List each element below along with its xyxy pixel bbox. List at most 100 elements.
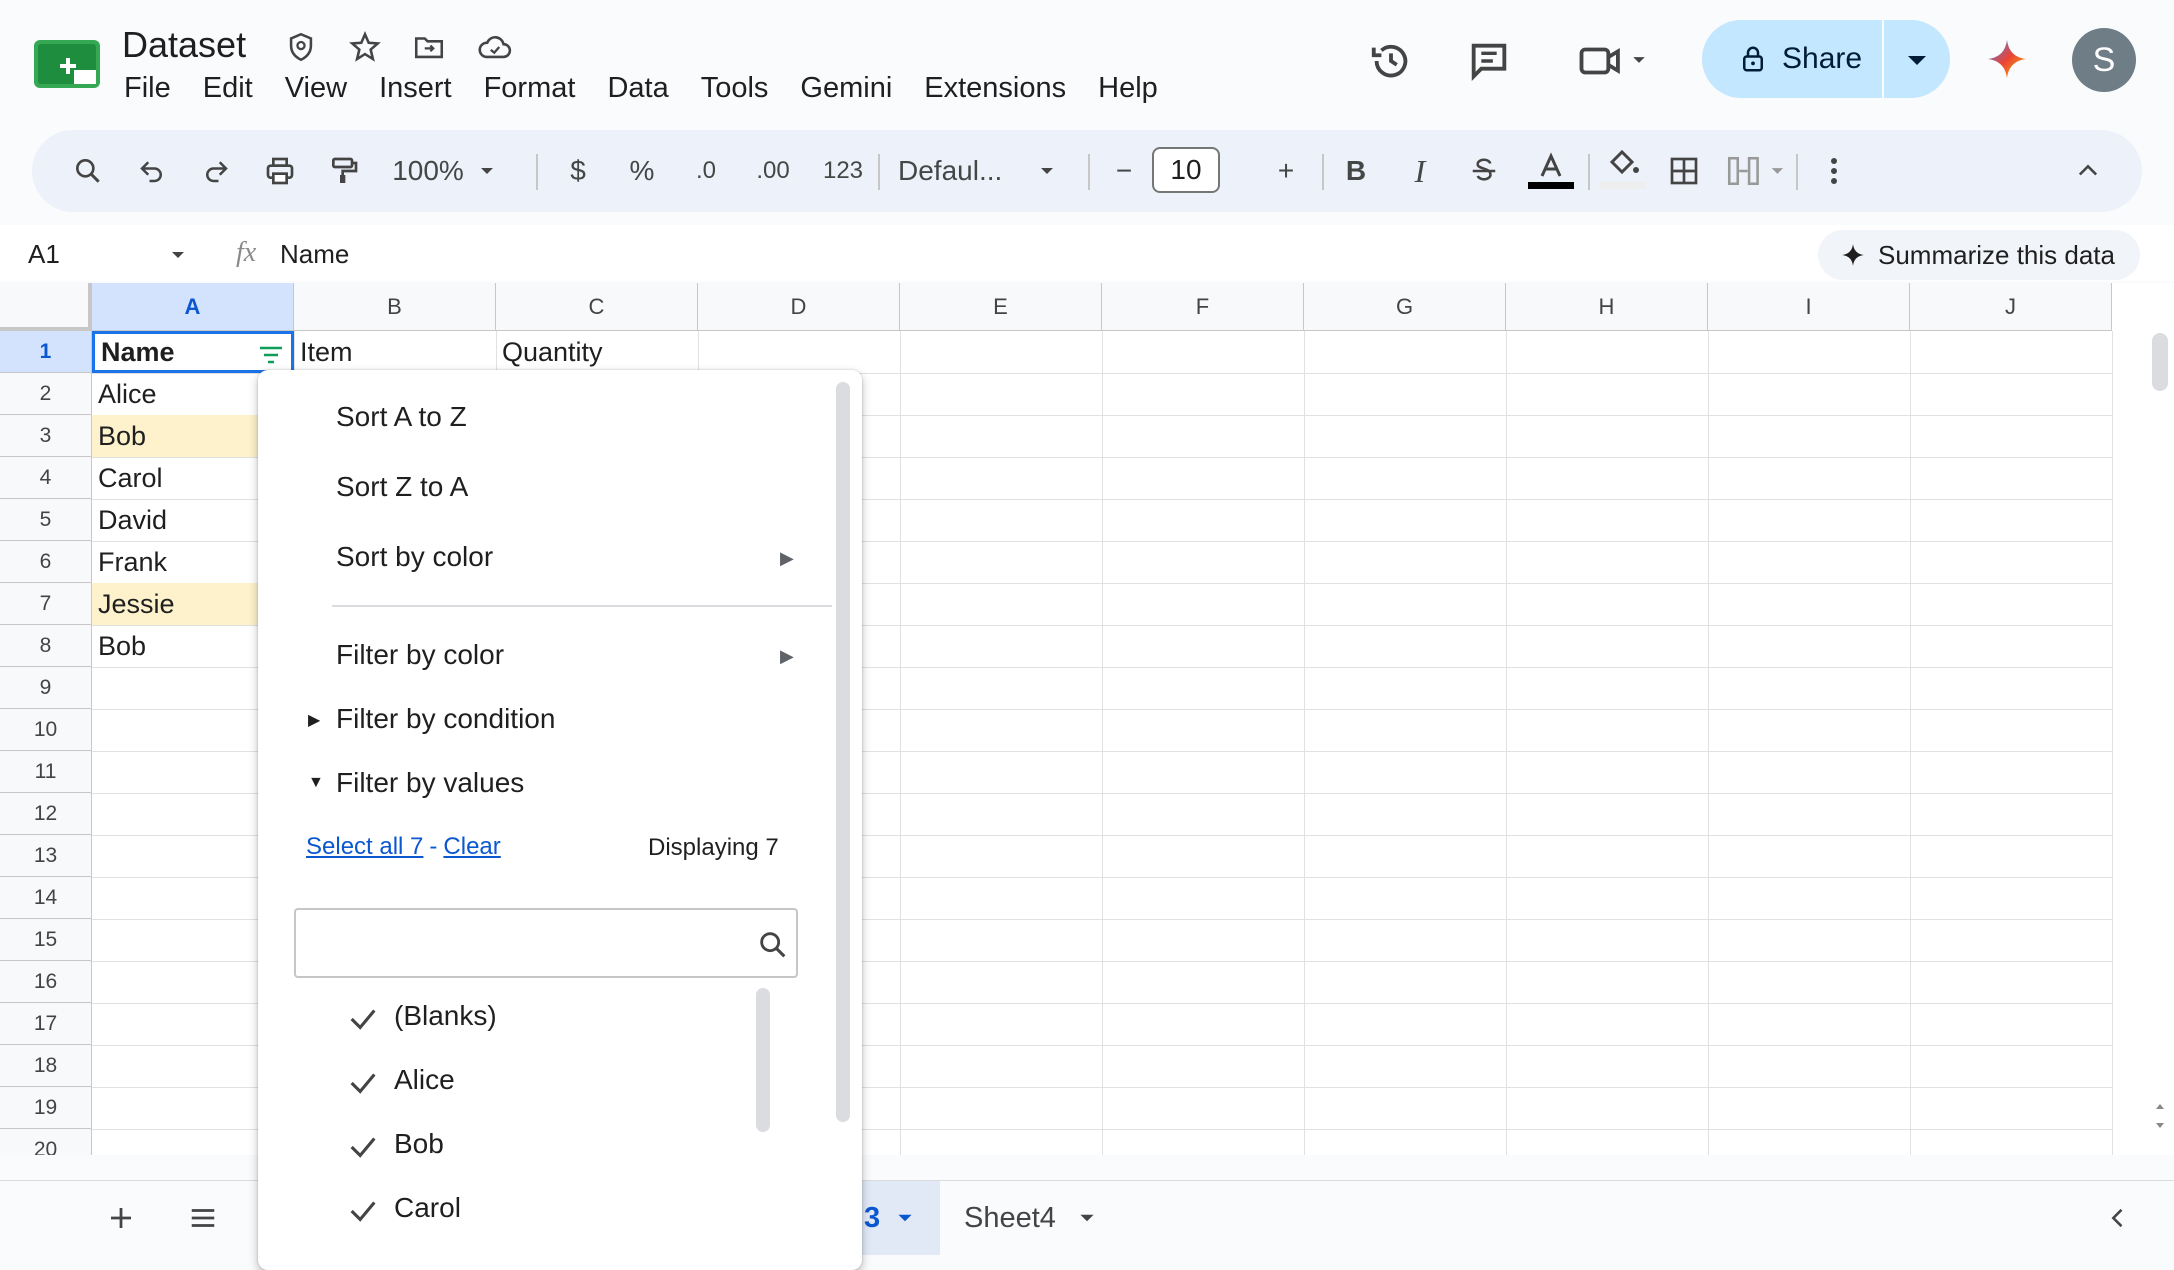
sheet-explore-chevron-icon[interactable] xyxy=(2104,1203,2132,1233)
value-bob[interactable]: Bob xyxy=(394,1128,444,1160)
select-all-corner[interactable] xyxy=(0,283,92,331)
row-header-7[interactable]: 7 xyxy=(0,583,92,625)
menu-gemini[interactable]: Gemini xyxy=(800,72,892,105)
comments-icon[interactable] xyxy=(1466,38,1512,84)
column-header-j[interactable]: J xyxy=(1910,283,2112,331)
summarize-data-button[interactable]: Summarize this data xyxy=(1818,230,2140,280)
sort-by-color-item[interactable]: Sort by color xyxy=(336,541,493,573)
undo-icon[interactable] xyxy=(130,150,174,192)
italic-button[interactable]: I xyxy=(1398,150,1442,192)
menu-format[interactable]: Format xyxy=(484,72,576,105)
column-header-e[interactable]: E xyxy=(900,283,1102,331)
column-header-f[interactable]: F xyxy=(1102,283,1304,331)
row-header-20[interactable]: 20 xyxy=(0,1129,92,1155)
search-menus-icon[interactable] xyxy=(66,150,110,192)
text-color-icon[interactable] xyxy=(1526,150,1576,192)
row-header-4[interactable]: 4 xyxy=(0,457,92,499)
add-sheet-icon[interactable] xyxy=(106,1203,136,1233)
filter-by-condition-item[interactable]: Filter by condition xyxy=(336,703,555,735)
filter-menu-scrollbar[interactable] xyxy=(836,382,850,1122)
more-options-icon[interactable] xyxy=(1812,150,1856,192)
column-header-b[interactable]: B xyxy=(294,283,496,331)
column-header-c[interactable]: C xyxy=(496,283,698,331)
share-dropdown-button[interactable] xyxy=(1884,20,1950,98)
account-avatar[interactable]: S xyxy=(2072,28,2136,92)
cloud-saved-icon[interactable] xyxy=(476,30,512,64)
row-header-14[interactable]: 14 xyxy=(0,877,92,919)
row-header-1[interactable]: 1 xyxy=(0,331,92,373)
zoom-dropdown-icon[interactable] xyxy=(472,150,502,192)
row-header-18[interactable]: 18 xyxy=(0,1045,92,1087)
redo-icon[interactable] xyxy=(194,150,238,192)
column-header-g[interactable]: G xyxy=(1304,283,1506,331)
bold-button[interactable]: B xyxy=(1334,150,1378,192)
filter-applied-icon[interactable] xyxy=(258,345,284,365)
name-box[interactable]: A1 xyxy=(28,239,60,270)
print-icon[interactable] xyxy=(258,150,302,192)
vertical-scrollbar-thumb[interactable] xyxy=(2152,333,2168,391)
menu-help[interactable]: Help xyxy=(1098,72,1158,105)
menu-insert[interactable]: Insert xyxy=(379,72,452,105)
meet-icon[interactable] xyxy=(1574,38,1658,84)
menu-view[interactable]: View xyxy=(285,72,347,105)
font-size-input[interactable]: 10 xyxy=(1152,147,1220,193)
shield-icon[interactable] xyxy=(284,30,318,64)
column-header-a[interactable]: A xyxy=(92,283,294,331)
filter-by-values-item[interactable]: Filter by values xyxy=(336,767,524,799)
select-all-link[interactable]: Select all 7 xyxy=(306,833,423,861)
sheets-logo-icon[interactable] xyxy=(34,40,100,88)
move-folder-icon[interactable] xyxy=(412,30,446,64)
row-header-9[interactable]: 9 xyxy=(0,667,92,709)
document-title[interactable]: Dataset xyxy=(122,24,246,66)
row-header-19[interactable]: 19 xyxy=(0,1087,92,1129)
value-alice[interactable]: Alice xyxy=(394,1064,455,1096)
check-icon[interactable] xyxy=(346,1130,380,1164)
font-dropdown-icon[interactable] xyxy=(1032,150,1062,192)
column-header-h[interactable]: H xyxy=(1506,283,1708,331)
scroll-arrows-icon[interactable] xyxy=(2150,1091,2170,1141)
sort-z-to-a-item[interactable]: Sort Z to A xyxy=(336,471,468,503)
decrease-decimal-button[interactable]: .0 xyxy=(680,150,732,192)
cell-C1[interactable]: Quantity xyxy=(496,331,698,373)
formula-input[interactable]: Name xyxy=(280,239,349,270)
menu-edit[interactable]: Edit xyxy=(203,72,253,105)
tab-sheet4[interactable]: Sheet4 xyxy=(964,1181,1098,1255)
row-header-13[interactable]: 13 xyxy=(0,835,92,877)
sort-a-to-z-item[interactable]: Sort A to Z xyxy=(336,401,467,433)
value-blanks[interactable]: (Blanks) xyxy=(394,1000,497,1032)
row-header-15[interactable]: 15 xyxy=(0,919,92,961)
borders-icon[interactable] xyxy=(1662,150,1706,192)
merge-cells-icon[interactable] xyxy=(1724,150,1794,192)
row-header-17[interactable]: 17 xyxy=(0,1003,92,1045)
values-list-scrollbar[interactable] xyxy=(756,988,770,1132)
column-header-i[interactable]: I xyxy=(1708,283,1910,331)
row-header-11[interactable]: 11 xyxy=(0,751,92,793)
row-header-10[interactable]: 10 xyxy=(0,709,92,751)
increase-decimal-button[interactable]: .00 xyxy=(744,150,802,192)
row-header-5[interactable]: 5 xyxy=(0,499,92,541)
tab-sheet3[interactable]: 3 xyxy=(860,1181,940,1255)
gemini-icon[interactable] xyxy=(1984,36,2030,82)
name-box-dropdown-icon[interactable] xyxy=(168,245,188,265)
currency-format-button[interactable]: $ xyxy=(556,150,600,192)
check-icon[interactable] xyxy=(346,1002,380,1036)
column-header-d[interactable]: D xyxy=(698,283,900,331)
menu-extensions[interactable]: Extensions xyxy=(924,72,1066,105)
fill-color-icon[interactable] xyxy=(1598,150,1648,192)
row-header-2[interactable]: 2 xyxy=(0,373,92,415)
row-header-8[interactable]: 8 xyxy=(0,625,92,667)
row-header-12[interactable]: 12 xyxy=(0,793,92,835)
zoom-select[interactable]: 100% xyxy=(386,150,470,192)
row-header-16[interactable]: 16 xyxy=(0,961,92,1003)
collapse-menus-icon[interactable] xyxy=(2066,150,2110,192)
version-history-icon[interactable] xyxy=(1368,38,1414,84)
value-carol[interactable]: Carol xyxy=(394,1192,461,1224)
strikethrough-icon[interactable] xyxy=(1462,150,1506,192)
row-header-6[interactable]: 6 xyxy=(0,541,92,583)
share-button[interactable]: Share xyxy=(1702,20,1882,98)
filter-values-search-input[interactable] xyxy=(294,908,798,978)
check-icon[interactable] xyxy=(346,1066,380,1100)
menu-tools[interactable]: Tools xyxy=(701,72,769,105)
all-sheets-icon[interactable] xyxy=(186,1203,220,1233)
increase-font-size-button[interactable]: + xyxy=(1264,150,1308,192)
